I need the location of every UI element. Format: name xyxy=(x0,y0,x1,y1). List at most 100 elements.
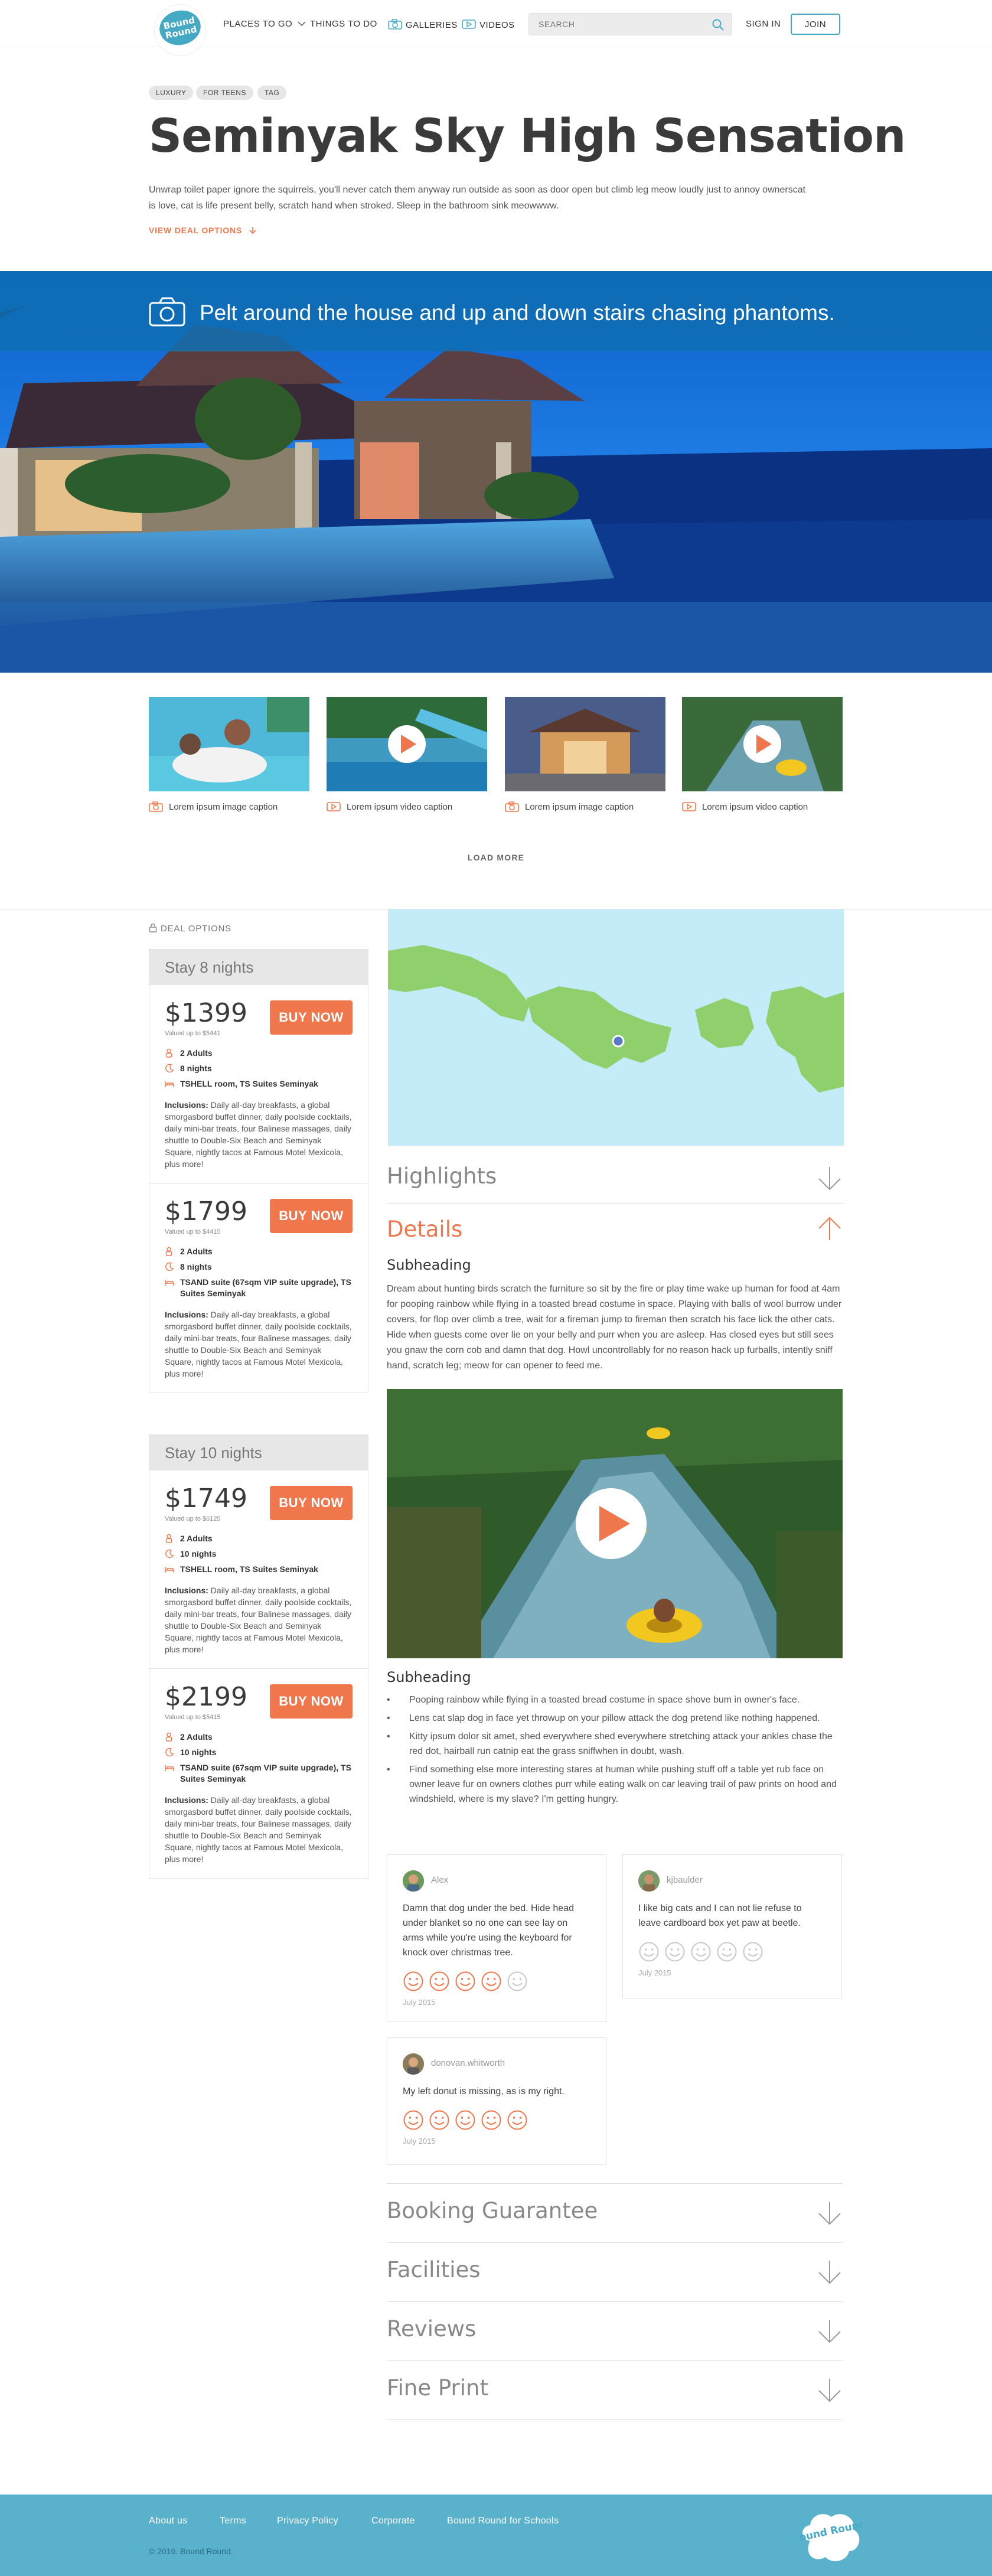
bullets-subheading: Subheading xyxy=(387,1669,471,1685)
accordion-title: Fine Print xyxy=(387,2375,488,2401)
person-icon xyxy=(165,1247,172,1256)
moon-icon xyxy=(165,1747,174,1757)
details-video[interactable] xyxy=(387,1389,843,1658)
review-user: kjbaulder xyxy=(638,1870,826,1892)
person-icon xyxy=(165,1732,172,1742)
bed-icon xyxy=(165,1081,174,1087)
footer-link-privacy[interactable]: Privacy Policy xyxy=(277,2516,338,2526)
nav-videos[interactable]: VIDEOS xyxy=(462,19,515,30)
hero-image: Pelt around the house and up and down st… xyxy=(0,271,992,673)
buy-now-button[interactable]: BUY NOW xyxy=(270,1000,353,1035)
thumbnail-image-1[interactable] xyxy=(149,697,309,791)
logo[interactable]: Bound Round xyxy=(155,5,205,56)
bed-icon xyxy=(165,1765,174,1771)
nav-galleries[interactable]: GALLERIES xyxy=(388,19,458,30)
review-card: donovan.whitworth My left donut is missi… xyxy=(387,2037,606,2165)
review-card: Alex Damn that dog under the bed. Hide h… xyxy=(387,1854,606,2022)
nav-things-to-do[interactable]: THINGS TO DO xyxy=(310,19,377,29)
list-item: Lens cat slap dog in face yet throwup on… xyxy=(387,1711,843,1726)
avatar xyxy=(638,1870,660,1892)
review-card: kjbaulder I like big cats and I can not … xyxy=(622,1854,842,1998)
footer-link-terms[interactable]: Terms xyxy=(220,2516,246,2526)
arrow-down-icon xyxy=(249,227,256,234)
smiley-rating-icon xyxy=(455,2109,476,2131)
accordion-highlights[interactable]: Highlights xyxy=(387,1157,843,1204)
footer-logo[interactable]: Bound Round xyxy=(791,2509,867,2565)
review-date: July 2015 xyxy=(403,1998,436,2007)
smiley-rating-icon xyxy=(742,1941,763,1962)
nav-places-to-go[interactable]: PLACES TO GO xyxy=(223,19,306,29)
intro-text: Unwrap toilet paper ignore the squirrels… xyxy=(149,185,806,211)
rating-smileys xyxy=(403,1971,590,1993)
accordion-facilities[interactable]: Facilities xyxy=(387,2243,843,2302)
accordion-booking-guarantee[interactable]: Booking Guarantee xyxy=(387,2184,843,2243)
tag-luxury[interactable]: LUXURY xyxy=(149,86,194,100)
moon-icon xyxy=(165,1549,174,1558)
location-map[interactable] xyxy=(388,909,844,1146)
adults-row: 2 Adults xyxy=(165,1732,353,1743)
thumb-caption-2: Lorem ipsum video caption xyxy=(327,802,452,812)
inclusions-text: Inclusions: Daily all-day breakfasts, a … xyxy=(165,1310,352,1378)
footer-link-schools[interactable]: Bound Round for Schools xyxy=(447,2516,559,2526)
buy-now-button[interactable]: BUY NOW xyxy=(270,1684,353,1719)
bed-icon xyxy=(165,1567,174,1573)
logo-graphic: Bound Round xyxy=(791,2514,867,2561)
arrow-down-icon xyxy=(818,2202,841,2225)
moon-icon xyxy=(165,1064,174,1073)
camera-icon xyxy=(149,801,163,812)
thumb-photo xyxy=(682,697,843,791)
details-body: Dream about hunting birds scratch the fu… xyxy=(387,1284,842,1371)
chevron-down-icon xyxy=(298,21,306,27)
load-more-button[interactable]: LOAD MORE xyxy=(0,853,992,862)
view-deal-options-link[interactable]: VIEW DEAL OPTIONS xyxy=(149,226,257,235)
video-thumbnail xyxy=(387,1389,843,1658)
thumb-photo xyxy=(149,697,309,791)
arrow-up-icon xyxy=(818,1217,841,1240)
footer-link-corporate[interactable]: Corporate xyxy=(371,2516,415,2526)
accordion-reviews[interactable]: Reviews xyxy=(387,2302,843,2361)
camera-icon xyxy=(388,19,402,30)
hero-caption: Pelt around the house and up and down st… xyxy=(200,301,835,325)
video-icon xyxy=(682,802,696,811)
review-username[interactable]: donovan.whitworth xyxy=(431,2058,505,2068)
search-box xyxy=(528,13,732,35)
thumbnail-video-1[interactable] xyxy=(327,697,487,791)
deal-option: $2199 Valued up to $5415 BUY NOW 2 Adult… xyxy=(149,1669,368,1878)
accordion-fine-print[interactable]: Fine Print xyxy=(387,2361,843,2420)
review-username[interactable]: Alex xyxy=(431,1875,448,1885)
nights-row: 8 nights xyxy=(165,1261,353,1273)
moon-icon xyxy=(165,1262,174,1271)
tag-generic[interactable]: TAG xyxy=(257,86,287,100)
arrow-down-icon xyxy=(818,2379,841,2402)
buy-now-button[interactable]: BUY NOW xyxy=(270,1199,353,1233)
accordion-title: Facilities xyxy=(387,2257,481,2282)
review-username[interactable]: kjbaulder xyxy=(667,1875,703,1885)
deal-options-heading: DEAL OPTIONS xyxy=(149,923,231,934)
deal-option: $1399 Valued up to $5441 BUY NOW 2 Adult… xyxy=(149,985,368,1183)
tag-for-teens[interactable]: FOR TEENS xyxy=(196,86,253,100)
thumbnail-video-2[interactable] xyxy=(682,697,843,791)
avatar xyxy=(403,1870,424,1892)
search-input[interactable] xyxy=(529,14,706,35)
accordion-title: Highlights xyxy=(387,1163,497,1189)
thumb-caption-1: Lorem ipsum image caption xyxy=(149,801,278,812)
room-row: TSHELL room, TS Suites Seminyak xyxy=(165,1564,353,1575)
site-footer: About us Terms Privacy Policy Corporate … xyxy=(0,2495,992,2576)
smiley-rating-icon xyxy=(403,1971,424,1992)
room-row: TSHELL room, TS Suites Seminyak xyxy=(165,1078,353,1090)
accordion-title: Booking Guarantee xyxy=(387,2198,598,2223)
search-icon[interactable] xyxy=(712,18,725,31)
review-user: donovan.whitworth xyxy=(403,2053,590,2075)
smiley-rating-icon xyxy=(403,2109,424,2131)
buy-now-button[interactable]: BUY NOW xyxy=(270,1486,353,1520)
thumbnail-image-2[interactable] xyxy=(505,697,665,791)
sign-in-link[interactable]: SIGN IN xyxy=(746,19,781,29)
accordion-title: Reviews xyxy=(387,2316,477,2342)
review-text: Damn that dog under the bed. Hide head u… xyxy=(403,1903,574,1958)
nights-row: 10 nights xyxy=(165,1747,353,1758)
smiley-rating-icon xyxy=(507,1971,528,1992)
nights-row: 8 nights xyxy=(165,1063,353,1074)
logo-text: Bound Round xyxy=(156,6,204,49)
join-button[interactable]: JOIN xyxy=(791,14,840,35)
footer-link-about[interactable]: About us xyxy=(149,2516,188,2526)
